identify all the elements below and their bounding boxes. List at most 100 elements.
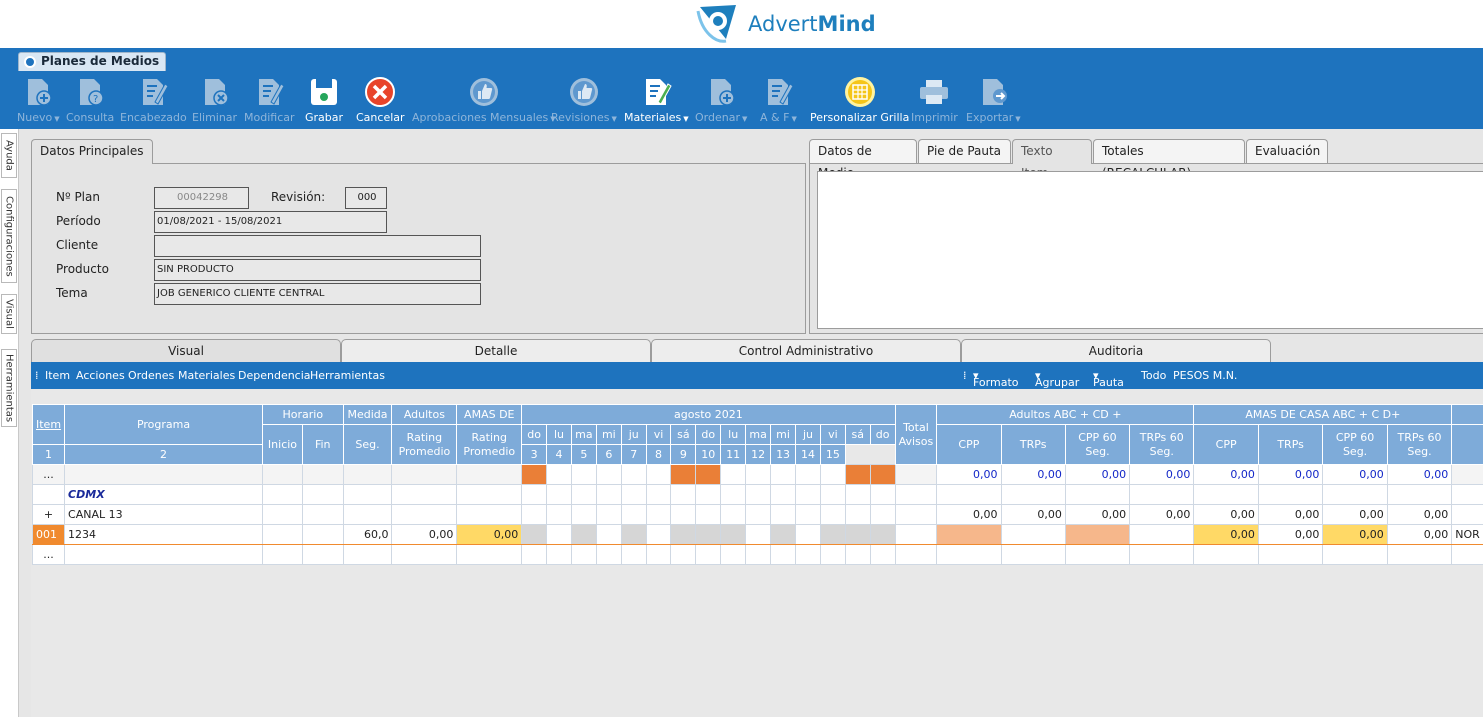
menu-todo[interactable]: Todo	[1141, 369, 1166, 382]
side-tab-ayuda[interactable]: Ayuda	[1, 133, 17, 178]
grid-cell[interactable]	[456, 544, 523, 565]
grid-cell[interactable]	[645, 504, 672, 525]
grid-cell[interactable]	[1193, 484, 1259, 505]
menu-herramientas[interactable]: Herramientas	[310, 369, 385, 382]
side-tab-visual[interactable]: Visual	[1, 294, 17, 334]
grid-cell[interactable]	[695, 484, 722, 505]
day-cell[interactable]	[745, 464, 772, 485]
day-cell[interactable]	[819, 524, 846, 545]
encabezado-button[interactable]: Encabezado	[120, 75, 187, 124]
grid-cell[interactable]	[1451, 464, 1483, 485]
day-cell[interactable]	[770, 524, 797, 545]
menu-materiales[interactable]: Materiales	[178, 369, 235, 382]
grid-cell[interactable]	[894, 524, 938, 545]
tab-auditoria[interactable]: Auditoria	[961, 339, 1271, 362]
grid-cell[interactable]	[844, 504, 871, 525]
grid-cell[interactable]	[262, 504, 303, 525]
grid-cell[interactable]	[546, 484, 572, 505]
revisiones-button[interactable]: Revisiones ▼	[551, 75, 617, 124]
day-cell[interactable]	[695, 524, 722, 545]
grid-cell[interactable]	[64, 544, 264, 565]
tab-datos-de-medio[interactable]: Datos de Medio	[809, 139, 917, 180]
nuevo-button[interactable]: Nuevo ▼	[17, 75, 60, 124]
grid-cell[interactable]	[262, 544, 303, 565]
grid-cell[interactable]	[262, 524, 303, 545]
grid-cell[interactable]	[262, 464, 303, 485]
revision-field[interactable]: 000	[345, 187, 387, 209]
grid-cell[interactable]	[869, 544, 896, 565]
grid-cell[interactable]	[795, 504, 821, 525]
tab-totales-recalcular[interactable]: Totales (RECALCULAR)	[1093, 139, 1245, 180]
day-cell[interactable]	[546, 464, 572, 485]
day-cell[interactable]	[795, 524, 821, 545]
day-cell[interactable]	[521, 524, 548, 545]
metric-cell[interactable]	[1064, 524, 1131, 545]
grid-cell[interactable]	[720, 504, 747, 525]
grid-cell[interactable]	[770, 484, 797, 505]
cliente-field[interactable]	[154, 235, 481, 257]
periodo-field[interactable]: 01/08/2021 - 15/08/2021	[154, 211, 387, 233]
menu-pauta[interactable]: Pauta ▾	[1093, 369, 1124, 389]
new-row-cell[interactable]: ...	[31, 544, 66, 565]
tab-pie-de-pauta[interactable]: Pie de Pauta	[918, 139, 1011, 163]
menu-dependencia[interactable]: Dependencia	[238, 369, 311, 382]
metric-cell[interactable]	[1129, 524, 1195, 545]
day-cell[interactable]	[819, 464, 846, 485]
grid-cell[interactable]	[595, 484, 622, 505]
menu-ordenes[interactable]: Ordenes	[128, 369, 174, 382]
side-tab-configuraciones[interactable]: Configuraciones	[1, 189, 17, 283]
grid-cell[interactable]	[770, 504, 797, 525]
day-cell[interactable]	[670, 524, 697, 545]
grid-cell[interactable]	[1064, 484, 1131, 505]
grid-cell[interactable]	[595, 504, 622, 525]
grid-cell[interactable]	[620, 544, 647, 565]
grid-cell[interactable]	[391, 504, 458, 525]
grid-cell[interactable]	[546, 504, 572, 525]
programa-cell[interactable]: 1234	[64, 524, 264, 545]
day-cell[interactable]	[795, 464, 821, 485]
tab-evaluacion[interactable]: Evaluación	[1246, 139, 1328, 163]
grid-cell[interactable]	[894, 544, 938, 565]
grid-cell[interactable]	[301, 484, 344, 505]
day-cell[interactable]	[645, 524, 672, 545]
grid-cell[interactable]	[670, 484, 697, 505]
grid-cell[interactable]	[795, 544, 821, 565]
day-cell[interactable]	[521, 464, 548, 485]
grid-cell[interactable]	[391, 544, 458, 565]
day-cell[interactable]	[720, 524, 747, 545]
producto-field[interactable]: SIN PRODUCTO	[154, 259, 481, 281]
grid-cell[interactable]	[1129, 484, 1195, 505]
menu-formato[interactable]: Formato ▾	[973, 369, 1019, 389]
grid-cell[interactable]	[844, 484, 871, 505]
grid-cell[interactable]	[64, 464, 264, 485]
grid-cell[interactable]	[720, 544, 747, 565]
day-cell[interactable]	[645, 464, 672, 485]
metric-cell[interactable]: 0,00	[1257, 524, 1324, 545]
grid-cell[interactable]	[844, 544, 871, 565]
a-y-f-button[interactable]: A & F ▼	[760, 75, 797, 124]
tab-datos-principales[interactable]: Datos Principales	[31, 139, 153, 164]
grid-cell[interactable]	[819, 504, 846, 525]
eliminar-button[interactable]: Eliminar	[192, 75, 237, 124]
metric-cell[interactable]: 0,00	[1322, 524, 1388, 545]
grid-cell[interactable]	[391, 484, 458, 505]
grid-cell[interactable]	[1257, 544, 1324, 565]
menu-item[interactable]: Item	[45, 369, 70, 382]
grid-cell[interactable]	[670, 504, 697, 525]
grid-cell[interactable]	[936, 544, 1002, 565]
grid-cell[interactable]	[301, 504, 344, 525]
imprimir-button[interactable]: Imprimir	[911, 75, 958, 124]
day-cell[interactable]	[869, 464, 896, 485]
col-programa-header[interactable]: Programa	[64, 404, 264, 445]
seg-cell[interactable]: 60,0	[342, 524, 393, 545]
grid-cell[interactable]	[456, 484, 523, 505]
grid-cell[interactable]	[1000, 544, 1066, 565]
grid-cell[interactable]	[1386, 484, 1453, 505]
grid-cell[interactable]	[456, 504, 523, 525]
day-cell[interactable]	[546, 524, 572, 545]
grid-cell[interactable]	[31, 484, 66, 505]
grid-cell[interactable]	[869, 504, 896, 525]
tab-detalle[interactable]: Detalle	[341, 339, 651, 362]
modificar-button[interactable]: Modificar	[244, 75, 295, 124]
nplan-field[interactable]: 00042298	[154, 187, 249, 209]
